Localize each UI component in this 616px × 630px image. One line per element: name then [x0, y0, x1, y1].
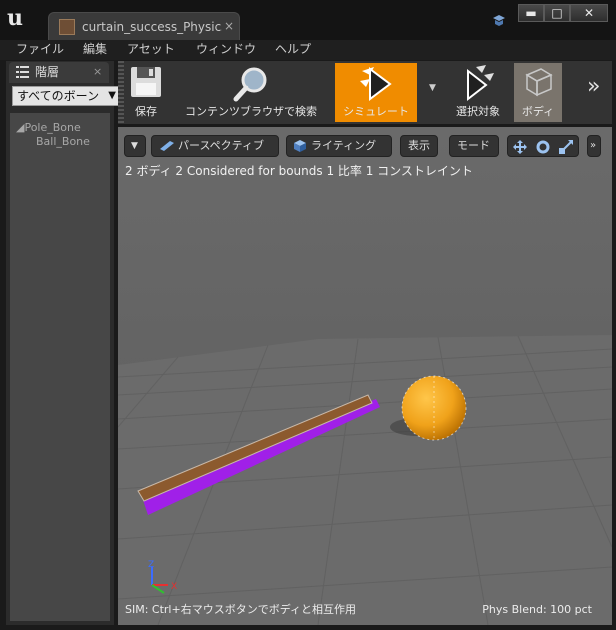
hierarchy-panel: 階層 × すべてのボーン ▼ ◢Pole_Bone Ball_Bone	[6, 61, 119, 625]
document-tab-close-button[interactable]: ×	[224, 18, 234, 34]
viewport-toolbar-overflow-button[interactable]: »	[587, 135, 601, 157]
lighting-label: ライティング	[311, 139, 377, 152]
mode-button[interactable]: モード	[449, 135, 499, 157]
simulate-label: シミュレート	[343, 105, 409, 118]
simulate-button[interactable]: シミュレート	[335, 63, 417, 122]
simulation-hint-text: SIM: Ctrl+右マウスボタンでボディと相互作用	[125, 603, 356, 616]
body-cube-icon	[525, 68, 553, 97]
floppy-disk-icon	[131, 67, 161, 97]
viewport-overflow-chevron-icon: »	[590, 140, 597, 151]
simulate-options-dropdown[interactable]: ▼	[423, 63, 445, 122]
mode-label: モード	[457, 139, 490, 152]
bone-filter-value: すべてのボーン	[17, 89, 100, 103]
lighting-button[interactable]: ライティング	[286, 135, 392, 157]
selected-simulate-icon	[467, 65, 494, 102]
toolbar-overflow-button[interactable]: »	[584, 63, 608, 122]
title-bar[interactable]: u curtain_success_PhysicsA × ▬ □ ✕	[0, 0, 616, 40]
axis-z-label: Z	[148, 560, 154, 570]
viewport-scene: Z X	[118, 127, 612, 625]
menu-bar: ファイル 編集 アセット ウィンドウ ヘルプ	[0, 40, 616, 60]
find-in-content-browser-label: コンテンツブラウザで検索	[185, 105, 317, 118]
hierarchy-tab[interactable]: 階層 ×	[9, 62, 109, 83]
document-tab-label: curtain_success_PhysicsA	[82, 20, 222, 34]
show-button[interactable]: 表示	[400, 135, 438, 157]
menu-window[interactable]: ウィンドウ	[196, 41, 256, 58]
help-icon[interactable]	[492, 14, 506, 28]
chevron-down-icon: ▼	[131, 141, 138, 151]
viewport-stats-text: 2 ボディ 2 Considered for bounds 1 比率 1 コンス…	[125, 164, 473, 178]
tree-item-pole-bone[interactable]: ◢Pole_Bone	[16, 121, 81, 134]
phys-blend-text: Phys Blend: 100 pct	[482, 603, 592, 616]
bone-tree: ◢Pole_Bone Ball_Bone	[10, 113, 110, 621]
viewport-3d[interactable]: Z X ▼ パースペクティブ ライティング 表示 モード » 2 ボディ 2 C…	[118, 127, 612, 625]
toolbar-grip	[118, 61, 124, 124]
maximize-button[interactable]: □	[544, 4, 570, 22]
menu-asset[interactable]: アセット	[127, 41, 175, 58]
close-window-button[interactable]: ✕	[570, 4, 608, 22]
save-label: 保存	[135, 105, 157, 118]
find-in-content-browser-button[interactable]: コンテンツブラウザで検索	[176, 63, 326, 122]
viewport-options-button[interactable]: ▼	[124, 135, 146, 157]
perspective-icon	[160, 141, 174, 151]
chevron-down-icon: ▼	[108, 90, 116, 101]
save-button[interactable]: 保存	[126, 63, 166, 122]
physics-asset-editor-window: u curtain_success_PhysicsA × ▬ □ ✕ ファイル …	[0, 0, 616, 630]
hierarchy-tab-label: 階層	[35, 65, 60, 79]
unreal-logo-icon: u	[7, 5, 23, 29]
perspective-button[interactable]: パースペクティブ	[151, 135, 279, 157]
magnifier-icon	[233, 67, 267, 102]
simulate-play-icon	[360, 67, 392, 101]
physics-asset-icon	[59, 19, 75, 35]
perspective-label: パースペクティブ	[178, 139, 265, 152]
simulate-selected-button[interactable]: 選択対象	[450, 63, 506, 122]
chevron-down-icon: ▼	[429, 83, 436, 93]
toolbar-overflow-chevron-icon: »	[587, 74, 601, 99]
body-mode-label: ボディ	[521, 105, 555, 118]
minimize-button[interactable]: ▬	[518, 4, 544, 22]
main-toolbar: 保存 コンテンツブラウザで検索 シミュレート ▼ 選択対象 ボディ »	[118, 61, 612, 124]
transform-tools-group	[507, 135, 579, 157]
menu-edit[interactable]: 編集	[83, 41, 107, 58]
hierarchy-tab-close-button[interactable]: ×	[93, 64, 102, 80]
simulate-selected-label: 選択対象	[456, 105, 500, 118]
document-tab[interactable]: curtain_success_PhysicsA ×	[48, 12, 240, 40]
rotate-icon[interactable]	[535, 139, 551, 155]
menu-help[interactable]: ヘルプ	[275, 41, 311, 58]
axis-x-label: X	[171, 582, 177, 592]
scale-icon[interactable]	[558, 139, 574, 155]
tree-item-ball-bone[interactable]: Ball_Bone	[36, 135, 90, 148]
body-mode-button[interactable]: ボディ	[514, 63, 562, 122]
lit-cube-icon	[294, 140, 306, 152]
bone-filter-dropdown[interactable]: すべてのボーン ▼	[12, 86, 119, 106]
svg-text:u: u	[7, 5, 23, 29]
show-label: 表示	[408, 139, 430, 152]
hierarchy-list-icon	[16, 66, 29, 78]
move-icon[interactable]	[512, 139, 528, 155]
menu-file[interactable]: ファイル	[16, 41, 64, 58]
